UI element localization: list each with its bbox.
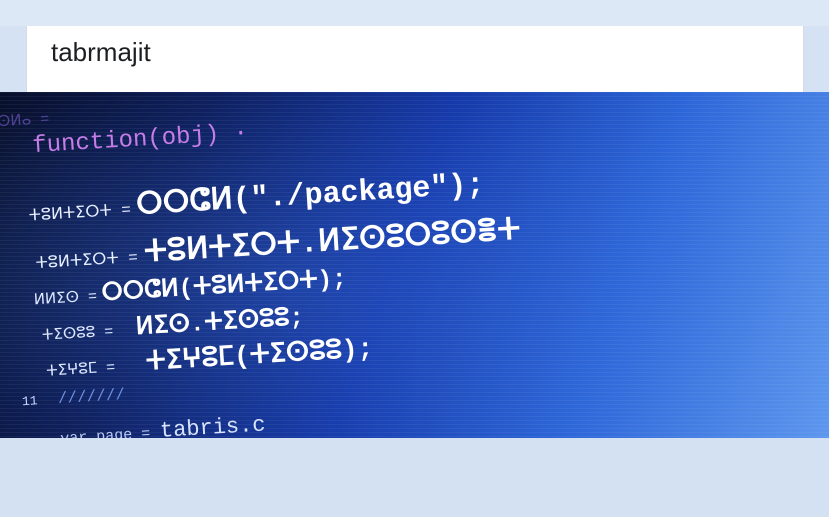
top-band <box>0 0 829 26</box>
post-header: tabrmajit <box>26 26 804 92</box>
post-photo[interactable]: ⵜⴰⵙⵍⴰ = function(obj) · ⵜⵓⵍⵜⵉⵔⵜ = ⵔⵔⵛⵍ("… <box>0 92 829 438</box>
author-name[interactable]: tabrmajit <box>51 37 151 68</box>
line-number-11: 11 <box>22 393 39 409</box>
bottom-band <box>0 438 829 517</box>
code-screen-photo: ⵜⴰⵙⵍⴰ = function(obj) · ⵜⵓⵍⵜⵉⵔⵜ = ⵔⵔⵛⵍ("… <box>0 92 829 438</box>
